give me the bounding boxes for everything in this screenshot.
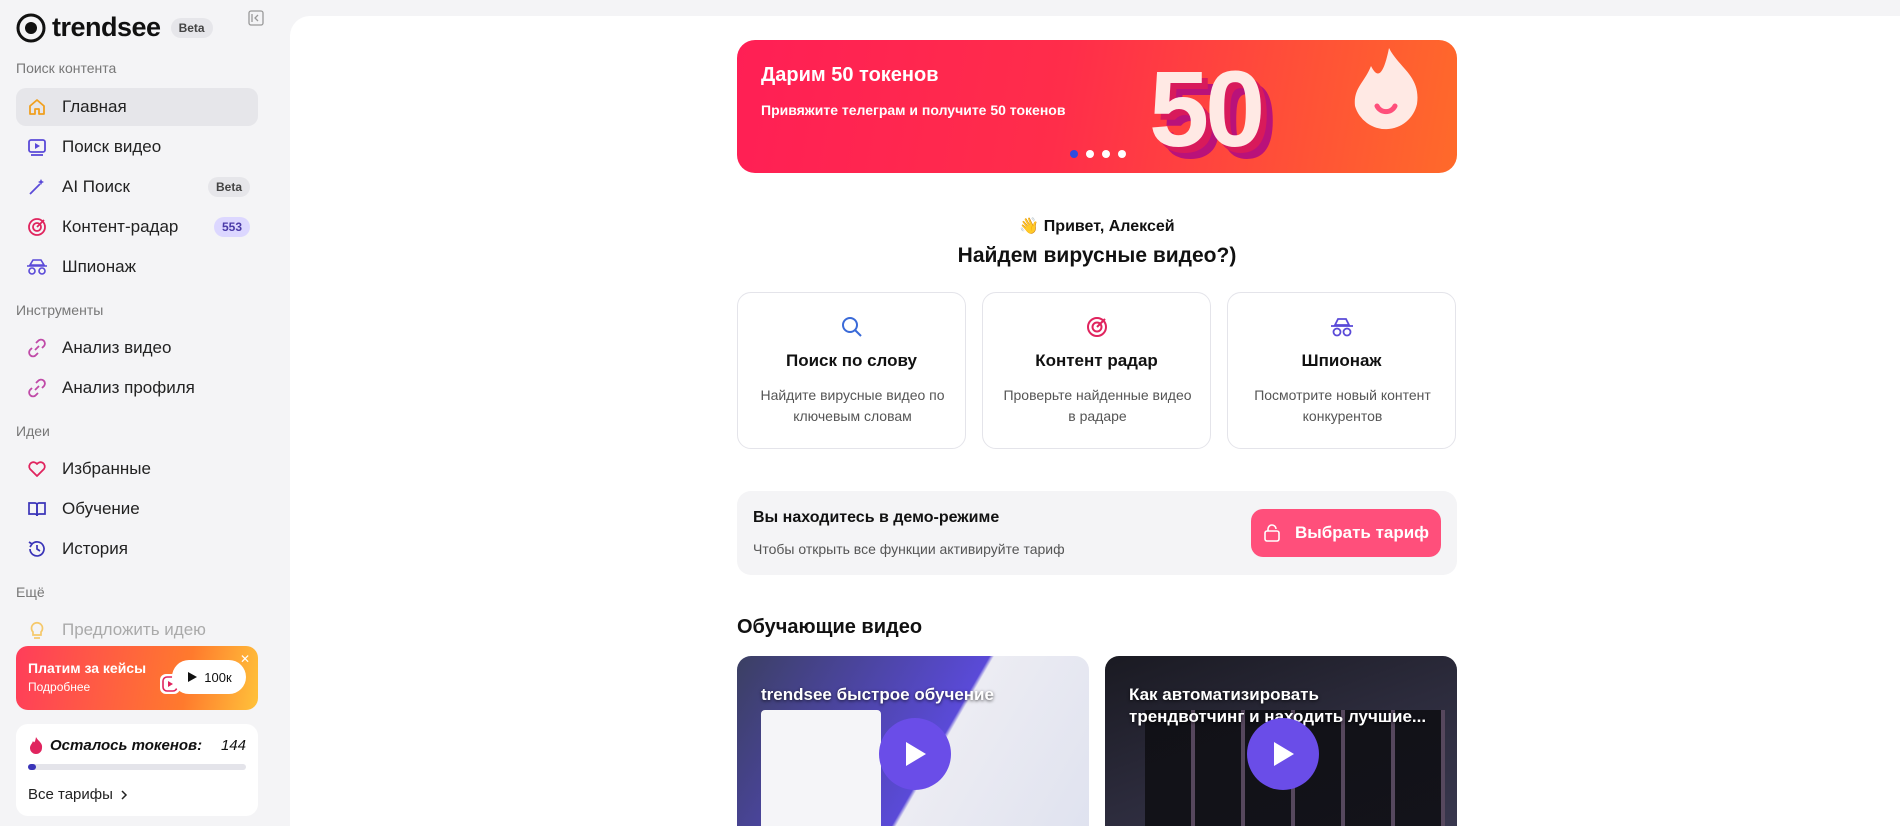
logo[interactable]: trendsee Beta: [16, 12, 213, 43]
beta-badge: Beta: [207, 177, 250, 197]
carousel-dot[interactable]: [1118, 150, 1126, 158]
sidebar-item-label: Избранные: [62, 459, 151, 478]
sidebar-item-label: Шпионаж: [62, 257, 136, 276]
search-icon: [842, 317, 862, 337]
logo-text: trendsee: [52, 12, 161, 42]
tokens-card: Осталось токенов: 144 Все тарифы: [16, 724, 258, 816]
demo-title: Вы находитесь в демо-режиме: [753, 509, 1000, 526]
carousel-dot[interactable]: [1070, 150, 1078, 158]
sidebar-item-label: Предложить идею: [62, 620, 206, 639]
sidebar-item-label: Анализ видео: [62, 338, 172, 357]
book-icon: [26, 498, 48, 520]
tokens-label: Осталось токенов:: [50, 736, 203, 754]
all-tariffs-link[interactable]: Все тарифы: [28, 786, 246, 803]
page-headline: Найдем вирусные видео?): [957, 244, 1237, 267]
feature-desc: Посмотрите новый контент конкурентов: [1254, 387, 1431, 424]
magic-wand-icon: [26, 176, 48, 198]
choose-tariff-button[interactable]: Выбрать тариф: [1251, 509, 1441, 557]
video-caption: trendsee быстрое обучение: [761, 685, 994, 704]
banner-subtitle: Привяжите телеграм и получите 50 токенов: [761, 102, 1066, 118]
sidebar-item-learning[interactable]: Обучение: [16, 490, 258, 528]
sidebar-item-content-radar[interactable]: Контент-радар 553: [16, 208, 258, 246]
sidebar-item-suggest-idea[interactable]: Предложить идею: [16, 611, 258, 649]
eye-logo-icon: [16, 13, 46, 42]
feature-title: Шпионаж: [1301, 351, 1382, 370]
feature-title: Поиск по слову: [785, 351, 917, 370]
banner-big-number: 50: [1149, 48, 1265, 169]
sidebar-item-video-analysis[interactable]: Анализ видео: [16, 329, 258, 367]
sidebar-item-spy[interactable]: Шпионаж: [16, 248, 258, 286]
tokens-count: 144: [220, 736, 246, 754]
count-badge: 553: [213, 217, 250, 237]
demo-subtitle: Чтобы открыть все функции активируйте та…: [753, 541, 1065, 557]
chevron-right-icon: [121, 789, 127, 800]
logo-beta-badge: Beta: [170, 17, 213, 38]
history-icon: [26, 538, 48, 560]
demo-mode-notice: Вы находитесь в демо-режиме Чтобы открыт…: [737, 491, 1457, 575]
play-icon: [1274, 742, 1294, 766]
tokens-progress-bar: [28, 764, 246, 770]
sidebar-item-video-search[interactable]: Поиск видео: [16, 128, 258, 166]
flame-illustration-icon: [1354, 48, 1418, 130]
feature-title: Контент радар: [1035, 351, 1158, 370]
play-icon: [906, 742, 926, 766]
play-icon: [188, 672, 198, 682]
target-icon: [1087, 317, 1107, 337]
video-card[interactable]: trendsee быстрое обучение: [737, 656, 1089, 826]
bulb-icon: [26, 619, 48, 641]
sidebar-item-label: Поиск видео: [62, 137, 162, 156]
promo-banner[interactable]: Платим за кейсы Подробнее 100к ✕: [16, 646, 258, 710]
feature-desc: Найдите вирусные видео по ключевым слова…: [760, 387, 945, 424]
video-card[interactable]: Как автоматизировать трендвотчинг и нахо…: [1105, 656, 1457, 826]
sidebar-item-label: AI Поиск: [62, 177, 130, 196]
link-icon: [26, 337, 48, 359]
promo-views-pill: 100к: [172, 660, 246, 694]
all-tariffs-label: Все тарифы: [28, 786, 113, 803]
video-thumbnail-ui: [761, 710, 881, 826]
sidebar-item-label: История: [62, 539, 128, 558]
target-icon: [26, 216, 48, 238]
section-label-search: Поиск контента: [16, 60, 117, 76]
sidebar-item-history[interactable]: История: [16, 530, 258, 568]
carousel-dot[interactable]: [1086, 150, 1094, 158]
section-label-more: Ещё: [16, 584, 45, 600]
heart-icon: [26, 458, 48, 480]
main-content: Дарим 50 токенов Привяжите телеграм и по…: [290, 16, 1900, 826]
choose-tariff-label: Выбрать тариф: [1294, 523, 1430, 542]
link-icon: [26, 377, 48, 399]
carousel-dots: [1070, 150, 1126, 158]
carousel-dot[interactable]: [1102, 150, 1110, 158]
section-label-ideas: Идеи: [16, 423, 50, 439]
sidebar-item-label: Анализ профиля: [62, 378, 195, 397]
play-button[interactable]: [1247, 718, 1319, 790]
sidebar-item-favorites[interactable]: Избранные: [16, 450, 258, 488]
collapse-sidebar-icon[interactable]: [248, 10, 264, 26]
greeting: 👋 Привет, Алексей: [1019, 218, 1175, 235]
play-button[interactable]: [879, 718, 951, 790]
sidebar-item-label: Главная: [62, 97, 127, 116]
feature-desc: Проверьте найденные видео в радаре: [1003, 387, 1192, 424]
home-icon: [26, 96, 48, 118]
spy-icon: [26, 256, 48, 278]
feature-card-content-radar[interactable]: Контент радар Проверьте найденные видео …: [982, 292, 1211, 449]
flame-icon: [30, 737, 43, 754]
sidebar-item-home[interactable]: Главная: [16, 88, 258, 126]
video-search-icon: [26, 136, 48, 158]
promo-views-count: 100к: [204, 669, 232, 685]
close-icon[interactable]: ✕: [240, 652, 250, 666]
sidebar-item-profile-analysis[interactable]: Анализ профиля: [16, 369, 258, 407]
sidebar-item-ai-search[interactable]: AI Поиск Beta: [16, 168, 258, 206]
lock-icon: [1264, 524, 1280, 542]
section-label-tools: Инструменты: [16, 302, 104, 318]
banner-title: Дарим 50 токенов: [761, 64, 939, 86]
tutorial-videos-title: Обучающие видео: [737, 616, 923, 638]
sidebar-item-label: Контент-радар: [62, 217, 179, 236]
spy-icon: [1331, 318, 1353, 337]
promo-carousel[interactable]: Дарим 50 токенов Привяжите телеграм и по…: [737, 40, 1457, 173]
sidebar-item-label: Обучение: [62, 499, 140, 518]
tokens-progress-fill: [28, 764, 36, 770]
sidebar: trendsee Beta Поиск контента Главная Пои…: [0, 0, 290, 826]
feature-card-spy[interactable]: Шпионаж Посмотрите новый контент конкуре…: [1227, 292, 1456, 449]
feature-card-keyword-search[interactable]: Поиск по слову Найдите вирусные видео по…: [737, 292, 966, 449]
